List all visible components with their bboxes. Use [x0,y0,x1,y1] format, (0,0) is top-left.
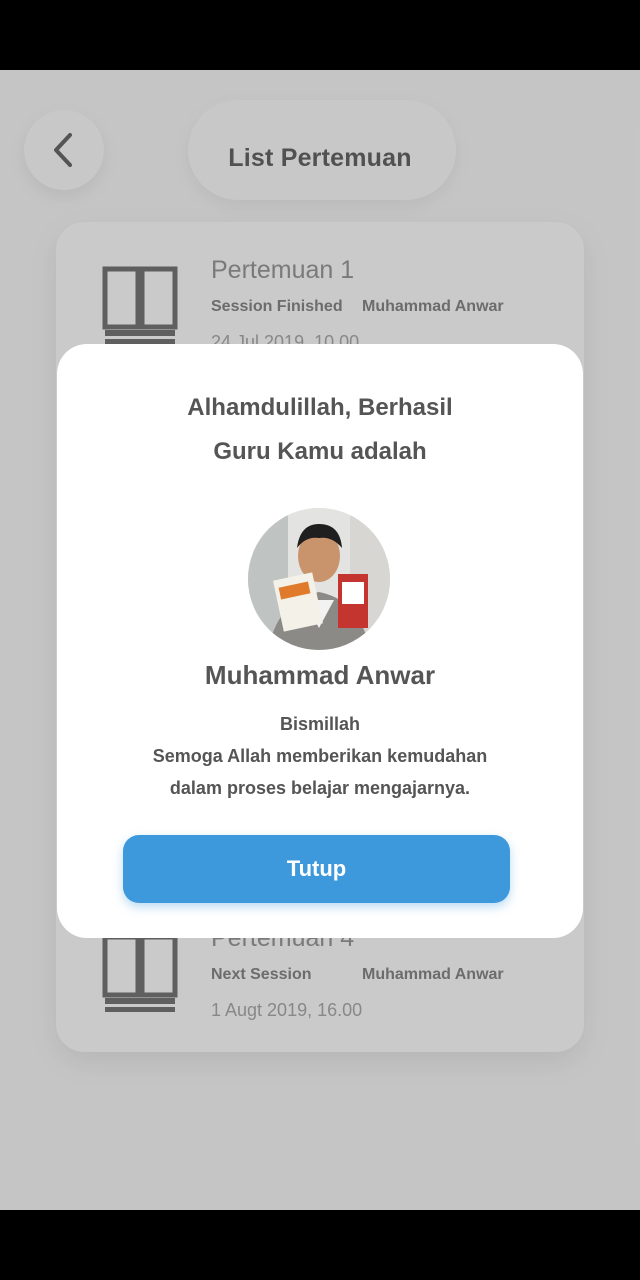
dialog-subheading: Guru Kamu adalah [213,438,427,465]
teacher-avatar [248,508,390,650]
teacher-name: Muhammad Anwar [204,660,436,690]
dialog-heading: Alhamdulillah, Berhasil [187,394,453,421]
teacher-photo [248,508,390,650]
success-dialog: Alhamdulillah, Berhasil Guru Kamu adalah… [57,344,583,938]
screen: List Pertemuan Pertemuan 1 Session Finis… [0,70,640,1210]
dialog-message-line: Bismillah [279,714,361,734]
dialog-message-line: dalam proses belajar mengajarnya. [169,778,471,798]
dialog-message-line: Semoga Allah memberikan kemudahan [152,746,488,766]
close-button[interactable]: Tutup [123,835,510,903]
